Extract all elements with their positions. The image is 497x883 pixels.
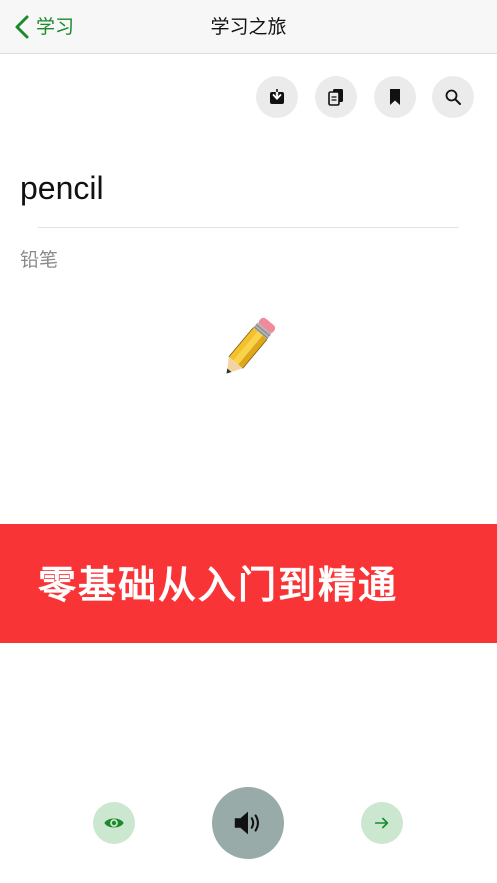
next-button[interactable] <box>361 802 403 844</box>
bookmark-button[interactable] <box>374 76 416 118</box>
reveal-button[interactable] <box>93 802 135 844</box>
search-button[interactable] <box>432 76 474 118</box>
word-translation: 铅笔 <box>20 249 59 271</box>
promo-banner[interactable]: 零基础从入门到精通 <box>0 524 497 643</box>
bookmark-icon <box>386 88 404 106</box>
vocabulary-word: pencil <box>20 170 104 206</box>
copy-button[interactable] <box>315 76 357 118</box>
eye-icon <box>103 812 125 834</box>
download-button[interactable] <box>256 76 298 118</box>
arrow-right-icon <box>373 814 391 832</box>
search-icon <box>444 88 462 106</box>
play-audio-button[interactable] <box>212 787 284 859</box>
pencil-illustration <box>212 312 284 384</box>
copy-icon <box>327 88 345 106</box>
page-title: 学习之旅 <box>210 16 287 38</box>
navigation-bar: 学习 学习之旅 <box>0 0 497 54</box>
download-icon <box>268 88 286 106</box>
divider <box>38 227 459 228</box>
speaker-icon <box>231 806 265 840</box>
promo-banner-text: 零基础从入门到精通 <box>38 563 399 607</box>
